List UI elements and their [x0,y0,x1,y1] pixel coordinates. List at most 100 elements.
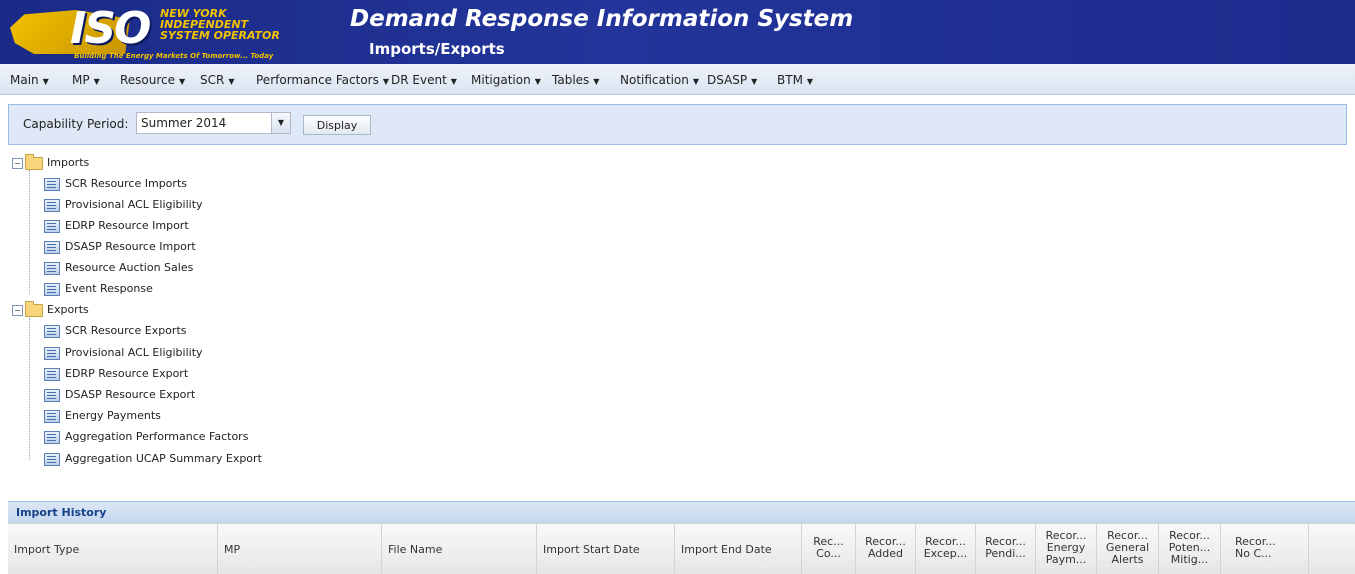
logo-org-name: NEW YORK INDEPENDENT SYSTEM OPERATOR [160,7,280,42]
tree-item-aggregation-performance-factors[interactable]: Aggregation Performance Factors [44,430,248,448]
page-title: Imports/Exports [369,40,505,58]
column-label: Recor... Poten... Mitig... [1168,529,1211,566]
column-label: Recor... Energy Paym... [1045,529,1087,566]
menu-label: Performance Factors [256,73,379,87]
tree-item-scr-resource-imports[interactable]: SCR Resource Imports [44,177,187,195]
column-label: Recor... Added [865,535,906,560]
tree-folder-exports[interactable]: − Exports [12,300,89,321]
menu-label: Resource [120,73,176,87]
nyiso-logo: ISO NEW YORK INDEPENDENT SYSTEM OPERATOR… [10,4,340,60]
chevron-down-icon: ▼ [93,77,100,86]
report-icon [44,261,60,275]
tree-folder-label: Exports [47,303,89,316]
report-icon [44,324,60,338]
column-header-import-type[interactable]: Import Type [8,524,218,574]
tree-item-scr-resource-exports[interactable]: SCR Resource Exports [44,324,186,342]
tree-item-provisional-acl-eligibility-export[interactable]: Provisional ACL Eligibility [44,346,203,364]
column-header-file-name[interactable]: File Name [382,524,537,574]
column-label: Recor... Excep... [923,535,968,560]
tree-item-label: EDRP Resource Export [65,367,189,380]
menu-label: Main [10,73,39,87]
tree-item-energy-payments[interactable]: Energy Payments [44,409,161,427]
menu-label: DSASP [707,73,748,87]
tree-folder-imports[interactable]: − Imports [12,153,90,174]
display-button[interactable]: Display [303,115,371,135]
column-header-records-potential-mitigation[interactable]: Recor... Poten... Mitig... [1159,524,1221,574]
chevron-down-icon: ▼ [806,77,814,86]
main-menu-bar: Main ▼ MP ▼ Resource ▼ SCR ▼ Performance Fac… [0,64,1355,95]
menu-tables[interactable]: Tables ▼ [552,73,599,87]
tree-item-label: Resource Auction Sales [65,261,194,274]
report-icon [44,367,60,381]
chevron-down-icon: ▼ [42,77,49,86]
tree-item-dsasp-resource-import[interactable]: DSASP Resource Import [44,240,196,258]
column-header-records-added[interactable]: Recor... Added [856,524,916,574]
chevron-down-icon: ▼ [179,77,186,86]
column-label: Recor... No C... [1235,535,1276,560]
menu-label: Mitigation [471,73,531,87]
chevron-down-icon: ▼ [751,77,758,86]
column-label: File Name [388,543,443,556]
tree-guide-line [29,318,30,460]
column-header-records-no-change[interactable]: Recor... No C... [1221,524,1309,574]
menu-mp[interactable]: MP ▼ [72,73,100,87]
menu-btm[interactable]: BTM ▼ [777,73,813,87]
tree-item-label: DSASP Resource Export [65,388,196,401]
tree-item-aggregation-ucap-summary-export[interactable]: Aggregation UCAP Summary Export [44,452,262,470]
menu-mitigation[interactable]: Mitigation ▼ [471,73,541,87]
capability-period-select[interactable]: Summer 2014 ▼ [136,112,291,134]
menu-main[interactable]: Main ▼ [10,73,49,87]
report-icon [44,219,60,233]
import-history-header: Import History [8,501,1355,524]
column-header-records-pending[interactable]: Recor... Pendi... [976,524,1036,574]
capability-period-label: Capability Period: [23,117,129,131]
menu-dr-event[interactable]: DR Event ▼ [391,73,457,87]
tree-item-edrp-resource-import[interactable]: EDRP Resource Import [44,219,189,237]
chevron-down-icon: ▼ [593,77,600,86]
menu-notification[interactable]: Notification ▼ [620,73,699,87]
collapse-icon[interactable]: − [12,304,23,316]
tree-folder-label: Imports [47,156,90,169]
app-header: ISO NEW YORK INDEPENDENT SYSTEM OPERATOR… [0,0,1355,64]
menu-scr[interactable]: SCR ▼ [200,73,235,87]
tree-item-label: Aggregation Performance Factors [65,430,249,443]
tree-item-label: Provisional ACL Eligibility [65,198,203,211]
tree-item-label: DSASP Resource Import [65,240,196,253]
chevron-down-icon: ▼ [534,77,541,86]
capability-period-toolbar: Capability Period: Summer 2014 ▼ Display [8,104,1347,145]
report-icon [44,282,60,296]
chevron-down-icon[interactable]: ▼ [271,113,290,133]
menu-dsasp[interactable]: DSASP ▼ [707,73,757,87]
column-header-import-end-date[interactable]: Import End Date [675,524,802,574]
report-icon [44,388,60,402]
tree-item-resource-auction-sales[interactable]: Resource Auction Sales [44,261,193,279]
tree-item-label: Energy Payments [65,409,161,422]
column-header-records-energy-payments[interactable]: Recor... Energy Paym... [1036,524,1097,574]
column-header-mp[interactable]: MP [218,524,382,574]
column-header-records-count[interactable]: Rec... Co... [802,524,856,574]
menu-label: Tables [552,73,590,87]
report-icon [44,177,60,191]
menu-performance-factors[interactable]: Performance Factors ▼ [256,73,389,87]
column-header-import-start-date[interactable]: Import Start Date [537,524,675,574]
tree-item-label: SCR Resource Exports [65,324,187,337]
column-label: Import End Date [681,543,772,556]
menu-label: BTM [777,73,803,87]
tree-item-event-response[interactable]: Event Response [44,282,153,300]
column-header-records-exceptions[interactable]: Recor... Excep... [916,524,976,574]
logo-text: ISO [70,3,151,54]
report-icon [44,240,60,254]
column-header-records-general-alerts[interactable]: Recor... General Alerts [1097,524,1159,574]
tree-item-label: Event Response [65,282,153,295]
column-label: Rec... Co... [813,535,844,560]
collapse-icon[interactable]: − [12,157,23,169]
tree-item-edrp-resource-export[interactable]: EDRP Resource Export [44,367,188,385]
column-label: Recor... General Alerts [1105,529,1150,566]
tree-guide-line [29,170,30,294]
tree-item-provisional-acl-eligibility-import[interactable]: Provisional ACL Eligibility [44,198,203,216]
report-icon [44,452,60,466]
menu-resource[interactable]: Resource ▼ [120,73,185,87]
tree-item-dsasp-resource-export[interactable]: DSASP Resource Export [44,388,195,406]
chevron-down-icon: ▼ [692,77,700,86]
chevron-down-icon: ▼ [450,77,457,86]
